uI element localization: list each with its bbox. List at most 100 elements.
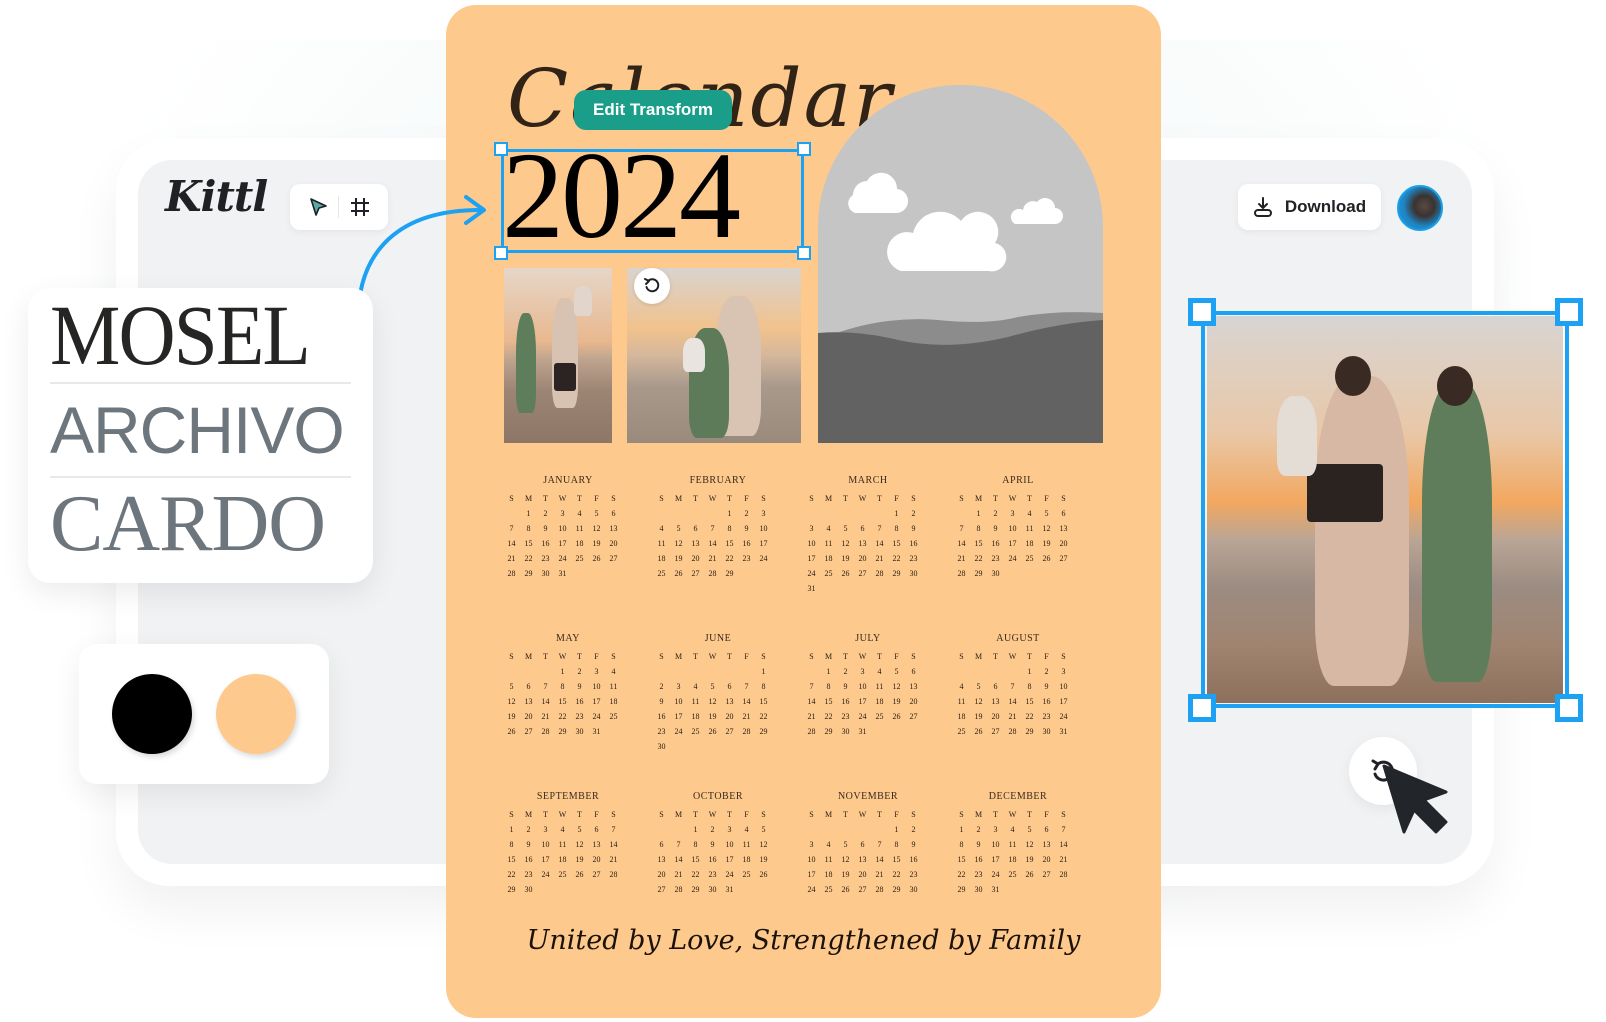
day-cell: 24 [558,554,567,563]
day-cell: 17 [674,712,683,721]
day-cell: 29 [725,569,734,578]
resize-handle-bl[interactable] [1188,694,1216,722]
font-option-mosel[interactable]: MOSEL [50,288,351,382]
family-photo-small-1[interactable] [504,268,612,443]
day-cell: 16 [657,712,666,721]
empty-day [953,666,970,678]
resize-handle-br[interactable] [797,246,811,260]
day-cell: 27 [1059,554,1068,563]
day-cell: 19 [892,697,901,706]
weekday-label: M [524,810,533,819]
day-cell: 29 [558,727,567,736]
day-cell: 28 [674,885,683,894]
resize-handle-tl[interactable] [1188,298,1216,326]
day-cell: 29 [691,885,700,894]
day-cell: 5 [1044,509,1049,518]
day-cell: 19 [708,712,717,721]
day-cell: 1 [894,509,899,518]
day-cell: 18 [957,712,966,721]
empty-day [871,508,888,520]
download-button[interactable]: Download [1238,184,1381,230]
weekday-label: F [894,652,899,661]
day-cell: 2 [993,509,998,518]
day-cell: 8 [526,524,531,533]
empty-day [653,666,670,678]
poster-tagline[interactable]: United by Love, Strengthened by Family [446,925,1161,956]
day-cell: 23 [541,554,550,563]
empty-day [854,824,871,836]
weekday-label: T [577,810,582,819]
day-cell: 23 [1042,712,1051,721]
day-cell: 23 [841,712,850,721]
font-option-archivo[interactable]: ARCHIVO [50,382,351,476]
day-cell: 9 [744,524,749,533]
day-cell: 22 [892,870,901,879]
day-cell: 27 [691,569,700,578]
font-label: CARDO [50,480,326,568]
month-name: APRIL [1002,475,1034,486]
calendar-month: MARCH S M T W T F S 1 2 3 4 5 6 7 8 9 10 11 12 13 14 15 16 17 18 1… [803,472,953,630]
rotate-photo-button[interactable] [634,268,670,304]
day-cell: 27 [991,727,1000,736]
day-cell: 27 [858,885,867,894]
day-cell: 12 [974,697,983,706]
month-name: JANUARY [543,475,593,486]
weekday-label: T [577,652,582,661]
day-cell: 18 [657,554,666,563]
day-cell: 2 [911,509,916,518]
day-cell: 18 [691,712,700,721]
day-cell: 6 [993,682,998,691]
empty-day [687,508,704,520]
day-cell: 13 [1059,524,1068,533]
day-cell: 28 [609,870,618,879]
day-cell: 25 [875,712,884,721]
day-cell: 26 [575,870,584,879]
day-cell: 26 [974,727,983,736]
day-cell: 1 [509,825,514,834]
resize-handle-tr[interactable] [1555,298,1583,326]
empty-day [653,508,670,520]
day-cell: 19 [575,855,584,864]
color-swatch-peach[interactable] [216,674,296,754]
day-cell: 13 [909,682,918,691]
day-cell: 20 [1059,539,1068,548]
color-swatch-black[interactable] [112,674,192,754]
font-picker-card: MOSEL ARCHIVO CARDO [28,288,373,583]
day-cell: 24 [725,870,734,879]
resize-handle-br[interactable] [1555,694,1583,722]
resize-handle-tl[interactable] [494,142,508,156]
day-cell: 15 [892,539,901,548]
day-cell: 15 [957,855,966,864]
day-cell: 15 [759,697,768,706]
empty-day [520,666,537,678]
day-cell: 6 [659,840,664,849]
day-cell: 30 [1042,727,1051,736]
select-tool-button[interactable] [303,192,333,222]
rotate-icon [644,278,660,293]
weekday-label: F [1044,810,1049,819]
day-cell: 16 [708,855,717,864]
day-cell: 19 [592,539,601,548]
day-cell: 26 [841,569,850,578]
day-cell: 15 [558,697,567,706]
user-avatar[interactable] [1397,185,1443,231]
weekday-label: S [959,652,964,661]
empty-day [721,666,738,678]
day-cell: 1 [693,825,698,834]
day-cell: 3 [727,825,732,834]
day-cell: 31 [1059,727,1068,736]
weekday-label: S [659,652,664,661]
resize-handle-tr[interactable] [797,142,811,156]
weekday-label: T [727,652,732,661]
font-option-cardo[interactable]: CARDO [50,476,351,570]
month-name: MARCH [848,475,888,486]
edit-transform-button[interactable]: Edit Transform [574,90,732,130]
day-cell: 21 [875,554,884,563]
weekday-label: M [974,652,983,661]
day-cell: 8 [761,682,766,691]
day-cell: 20 [657,870,666,879]
day-cell: 13 [592,840,601,849]
weekday-label: T [727,494,732,503]
day-cell: 13 [691,539,700,548]
image-placeholder-arch[interactable] [818,85,1103,443]
